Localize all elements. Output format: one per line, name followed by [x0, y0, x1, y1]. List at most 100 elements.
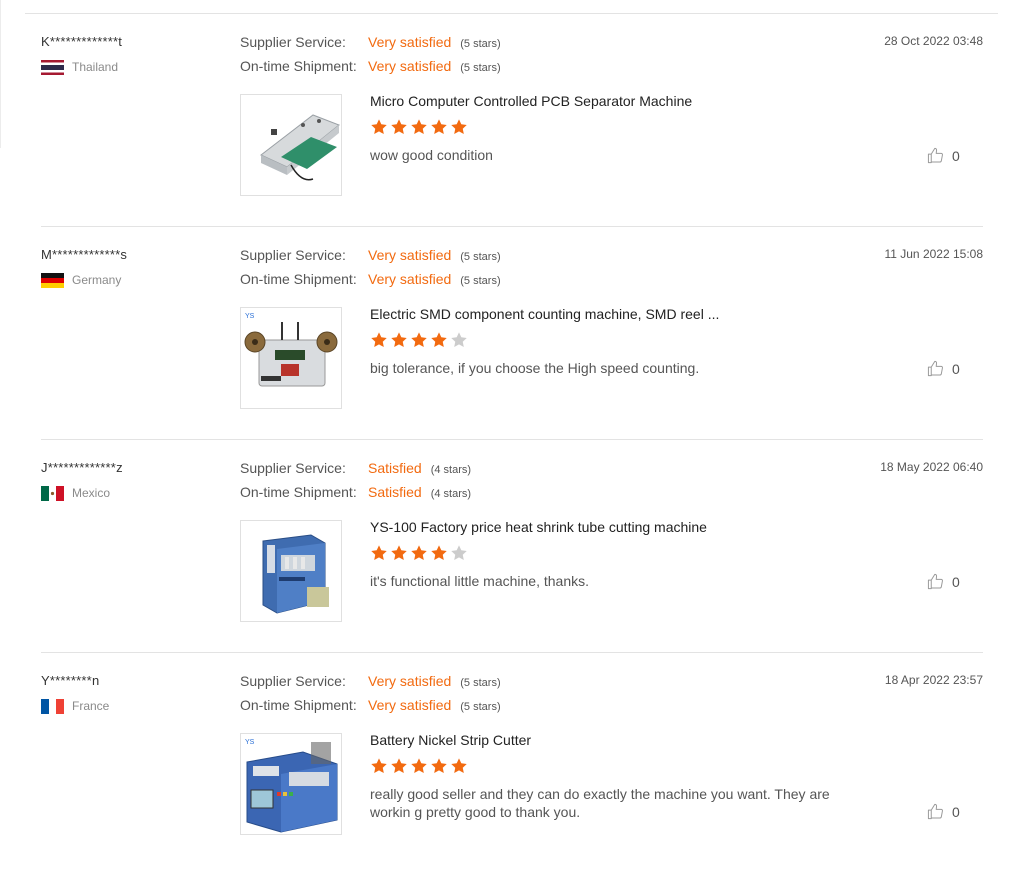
shipment-value: Very satisfied: [368, 697, 452, 713]
product-rating-stars: [370, 331, 470, 349]
supplier-service-rating: Supplier Service: Very satisfied (5 star…: [240, 247, 501, 265]
shipment-rating: On-time Shipment: Satisfied (4 stars): [240, 484, 471, 502]
product-rating-stars: [370, 544, 470, 562]
like-button[interactable]: 0: [927, 147, 960, 164]
like-button[interactable]: 0: [927, 573, 960, 590]
star-filled-icon: [371, 119, 387, 135]
supplier-service-label: Supplier Service:: [240, 460, 346, 476]
star-filled-icon: [431, 332, 447, 348]
country-name: France: [72, 699, 110, 713]
product-thumbnail[interactable]: YS: [240, 307, 342, 409]
supplier-service-value: Very satisfied: [368, 34, 452, 50]
review-date: 18 Apr 2022 23:57: [884, 673, 983, 687]
shipment-stars: (5 stars): [460, 275, 501, 287]
buyer-country: France: [41, 698, 109, 714]
like-count: 0: [952, 360, 960, 377]
star-filled-icon: [451, 119, 467, 135]
country-name: Germany: [72, 273, 122, 287]
thumbs-up-icon: [927, 803, 943, 820]
product-title[interactable]: YS-100 Factory price heat shrink tube cu…: [370, 519, 707, 535]
shipment-label: On-time Shipment:: [240, 697, 357, 713]
product-title[interactable]: Micro Computer Controlled PCB Separator …: [370, 93, 692, 109]
shipment-value: Very satisfied: [368, 271, 452, 287]
buyer-name: K*************t: [41, 34, 123, 49]
supplier-service-stars: (5 stars): [460, 38, 501, 50]
star-filled-icon: [431, 545, 447, 561]
buyer-country: Thailand: [41, 59, 118, 75]
supplier-service-value: Very satisfied: [368, 247, 452, 263]
supplier-service-stars: (5 stars): [460, 677, 501, 689]
star-filled-icon: [371, 545, 387, 561]
thumbs-up-icon: [927, 360, 943, 377]
svg-text:YS: YS: [245, 739, 255, 746]
review-item: J*************z Mexico Supplier Service:…: [41, 440, 983, 653]
svg-text:YS: YS: [245, 313, 255, 320]
star-filled-icon: [391, 545, 407, 561]
shipment-value: Satisfied: [368, 484, 422, 500]
product-title[interactable]: Electric SMD component counting machine,…: [370, 306, 719, 322]
supplier-service-rating: Supplier Service: Satisfied (4 stars): [240, 460, 471, 478]
supplier-service-label: Supplier Service:: [240, 673, 346, 689]
product-rating-stars: [370, 757, 470, 775]
star-filled-icon: [391, 758, 407, 774]
thumbs-up-icon: [927, 147, 943, 164]
thailand-flag-icon: [41, 59, 64, 75]
supplier-service-value: Very satisfied: [368, 673, 452, 689]
like-count: 0: [952, 147, 960, 164]
star-empty-icon: [451, 545, 467, 561]
product-thumbnail[interactable]: YS: [240, 733, 342, 835]
supplier-service-stars: (5 stars): [460, 251, 501, 263]
star-filled-icon: [411, 119, 427, 135]
left-border: [0, 0, 1, 148]
supplier-service-stars: (4 stars): [430, 464, 472, 476]
star-filled-icon: [451, 758, 467, 774]
country-name: Mexico: [72, 486, 111, 500]
review-item: M*************s Germany Supplier Service…: [41, 227, 983, 440]
supplier-service-label: Supplier Service:: [240, 247, 346, 263]
review-comment: big tolerance, if you choose the High sp…: [370, 360, 700, 376]
shipment-stars: (5 stars): [460, 701, 501, 713]
review-comment: it's functional little machine, thanks.: [370, 573, 590, 589]
star-filled-icon: [371, 758, 387, 774]
buyer-name: M*************s: [41, 247, 128, 262]
product-thumbnail[interactable]: [240, 520, 342, 622]
buyer-name: Y********n: [41, 673, 100, 688]
product-title[interactable]: Battery Nickel Strip Cutter: [370, 732, 531, 748]
shipment-label: On-time Shipment:: [240, 271, 357, 287]
thumbs-up-icon: [927, 573, 943, 590]
star-filled-icon: [411, 758, 427, 774]
star-filled-icon: [431, 758, 447, 774]
product-thumbnail[interactable]: [240, 94, 342, 196]
shipment-label: On-time Shipment:: [240, 484, 357, 500]
review-date: 18 May 2022 06:40: [880, 460, 983, 474]
star-filled-icon: [371, 332, 387, 348]
star-filled-icon: [411, 332, 427, 348]
supplier-service-rating: Supplier Service: Very satisfied (5 star…: [240, 34, 501, 52]
like-button[interactable]: 0: [927, 360, 960, 377]
review-item: Y********n France Supplier Service: Very…: [41, 653, 983, 866]
buyer-name: J*************z: [41, 460, 123, 475]
like-count: 0: [952, 803, 960, 820]
shipment-stars: (5 stars): [460, 62, 501, 74]
review-comment: really good seller and they can do exact…: [370, 786, 830, 820]
review-item: K*************t Thailand Supplier Servic…: [41, 14, 983, 227]
shipment-value: Very satisfied: [368, 58, 452, 74]
like-count: 0: [952, 573, 960, 590]
supplier-service-value: Satisfied: [368, 460, 422, 476]
review-date: 11 Jun 2022 15:08: [884, 247, 983, 261]
review-comment: wow good condition: [370, 147, 493, 163]
shipment-rating: On-time Shipment: Very satisfied (5 star…: [240, 271, 501, 289]
star-filled-icon: [391, 332, 407, 348]
star-empty-icon: [451, 332, 467, 348]
supplier-service-rating: Supplier Service: Very satisfied (5 star…: [240, 673, 501, 691]
review-date: 28 Oct 2022 03:48: [884, 34, 983, 48]
mexico-flag-icon: [41, 485, 64, 501]
germany-flag-icon: [41, 272, 64, 288]
star-filled-icon: [391, 119, 407, 135]
france-flag-icon: [41, 698, 64, 714]
shipment-stars: (4 stars): [430, 488, 472, 500]
star-filled-icon: [411, 545, 427, 561]
like-button[interactable]: 0: [927, 803, 960, 820]
product-rating-stars: [370, 118, 470, 136]
shipment-rating: On-time Shipment: Very satisfied (5 star…: [240, 58, 501, 76]
